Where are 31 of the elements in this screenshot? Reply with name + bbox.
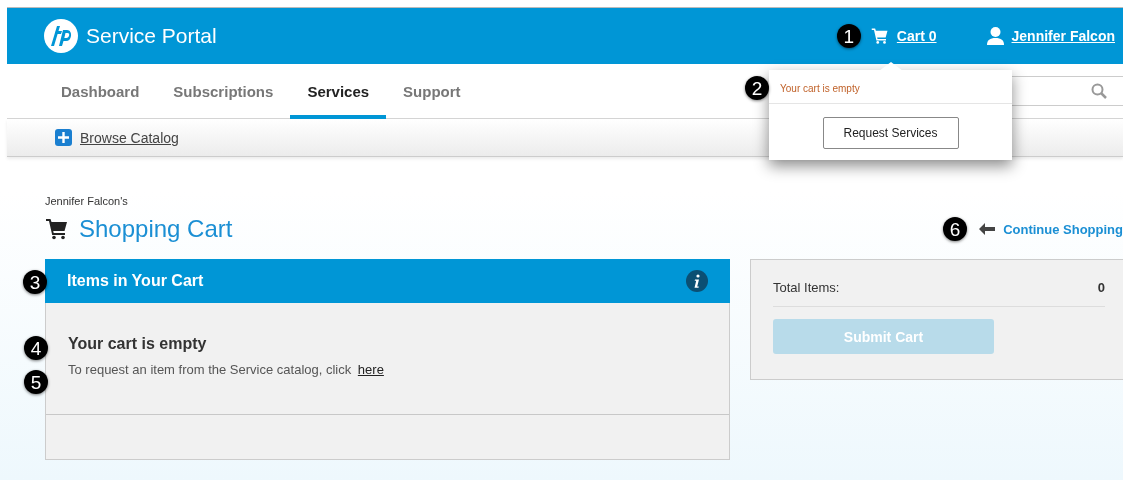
empty-cart-hint: To request an item from the Service catalog, click here bbox=[68, 362, 385, 377]
total-items-value: 0 bbox=[1097, 280, 1105, 295]
nav-tab[interactable]: Dashboard bbox=[44, 64, 157, 119]
continue-shopping-link[interactable]: Continue Shopping bbox=[1003, 221, 1123, 237]
cart-owner: Jennifer Falcon's bbox=[45, 195, 129, 207]
empty-cart-heading: Your cart is empty bbox=[68, 335, 208, 353]
here-link[interactable]: here bbox=[357, 362, 384, 377]
request-services-button[interactable]: Request Services bbox=[822, 117, 959, 149]
cart-link[interactable]: Cart 0 bbox=[896, 28, 937, 44]
page-title: Shopping Cart bbox=[79, 215, 233, 243]
browse-catalog-link[interactable]: Browse Catalog bbox=[80, 129, 179, 146]
info-icon[interactable] bbox=[686, 270, 708, 292]
portal-title: Service Portal bbox=[86, 24, 217, 48]
logo-icon bbox=[44, 19, 78, 53]
nav-tab[interactable]: Support bbox=[386, 64, 478, 119]
callout-marker: 6 bbox=[943, 217, 968, 241]
cart-icon bbox=[870, 27, 889, 45]
plus-icon bbox=[55, 129, 72, 146]
callout-marker: 1 bbox=[836, 24, 861, 48]
user-link[interactable]: Jennifer Falcon bbox=[1011, 28, 1115, 44]
user-icon bbox=[986, 26, 1004, 46]
callout-marker: 3 bbox=[23, 270, 47, 294]
total-items-label: Total Items: bbox=[773, 280, 840, 295]
arrow-left-icon bbox=[979, 223, 996, 235]
cart-icon bbox=[45, 217, 69, 241]
panel-title: Items in Your Cart bbox=[67, 272, 204, 290]
callout-marker: 5 bbox=[24, 370, 48, 394]
cart-empty-message: Your cart is empty bbox=[780, 82, 860, 94]
callout-marker: 4 bbox=[24, 336, 48, 360]
search-icon bbox=[1091, 83, 1107, 99]
nav-tab[interactable]: Subscriptions bbox=[156, 64, 291, 119]
